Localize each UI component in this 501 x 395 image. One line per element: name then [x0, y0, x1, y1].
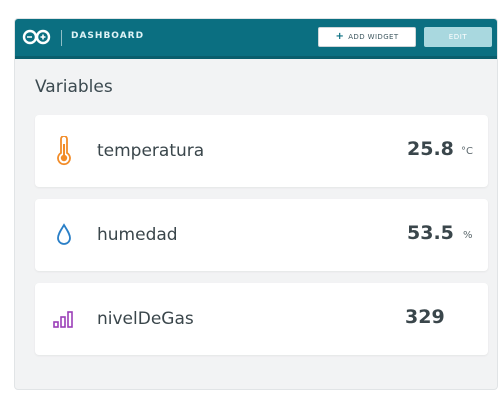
- water-drop-icon: [52, 221, 76, 249]
- variable-card-humedad[interactable]: humedad 53.5 %: [35, 199, 488, 271]
- variable-name: nivelDeGas: [97, 309, 194, 329]
- dashboard-panel: DASHBOARD + ADD WIDGET EDIT Variables te…: [14, 18, 498, 390]
- variable-unit: %: [463, 230, 473, 241]
- variable-value: 53.5: [407, 222, 454, 244]
- variable-card-temperatura[interactable]: temperatura 25.8 °C: [35, 115, 488, 187]
- arduino-logo-icon: [22, 27, 52, 47]
- variable-value: 329: [405, 306, 445, 328]
- variable-unit: °C: [461, 146, 473, 157]
- plus-icon: +: [335, 31, 345, 42]
- variable-name: temperatura: [97, 141, 205, 161]
- add-widget-label: ADD WIDGET: [348, 33, 399, 41]
- header-divider: [61, 30, 62, 46]
- variable-card-niveldegas[interactable]: nivelDeGas 329: [35, 283, 488, 355]
- add-widget-button[interactable]: + ADD WIDGET: [318, 27, 416, 47]
- edit-label: EDIT: [448, 33, 468, 41]
- thermometer-icon: [52, 136, 76, 166]
- signal-bars-icon: [52, 305, 76, 333]
- edit-button[interactable]: EDIT: [424, 27, 492, 47]
- section-title: Variables: [35, 77, 113, 97]
- variable-name: humedad: [97, 225, 178, 245]
- top-bar: DASHBOARD + ADD WIDGET EDIT: [15, 19, 497, 59]
- page-title: DASHBOARD: [71, 31, 145, 41]
- variable-value: 25.8: [407, 138, 454, 160]
